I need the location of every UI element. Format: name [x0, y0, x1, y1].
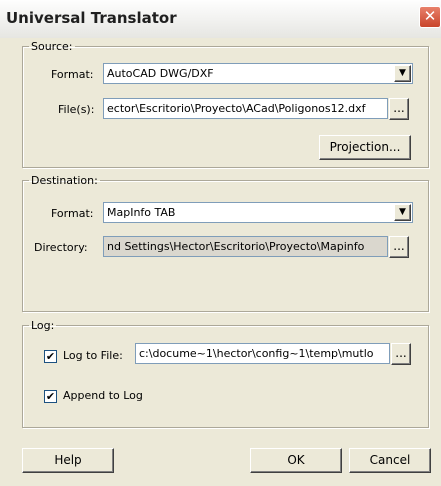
destination-format-label: Format: [51, 207, 94, 220]
log-group: Log: [22, 319, 429, 428]
source-files-input[interactable]: ector\Escritorio\Proyecto\ACad\Poligonos… [103, 98, 388, 119]
window-title: Universal Translator [6, 9, 177, 27]
destination-directory-label: Directory: [34, 241, 88, 254]
destination-format-select[interactable]: MapInfo TAB [103, 202, 413, 223]
destination-browse-button[interactable]: ... [389, 236, 409, 258]
log-legend: Log: [31, 319, 55, 332]
log-to-file-label[interactable]: Log to File: [63, 349, 123, 362]
source-files-label: File(s): [58, 103, 95, 116]
source-format-value: AutoCAD DWG/DXF [107, 67, 214, 80]
destination-legend: Destination: [31, 174, 98, 187]
destination-format-value: MapInfo TAB [107, 206, 176, 219]
source-format-label: Format: [51, 68, 94, 81]
append-to-log-label[interactable]: Append to Log [63, 389, 143, 402]
title-bar[interactable]: Universal Translator ✕ [0, 0, 441, 38]
chevron-down-icon[interactable]: ▼ [394, 204, 411, 221]
destination-directory-value: nd Settings\Hector\Escritorio\Proyecto\M… [107, 240, 365, 253]
append-to-log-checkbox[interactable]: ✔ [44, 390, 57, 403]
log-path-input[interactable]: c:\docume~1\hector\config~1\temp\mutlo [135, 343, 390, 364]
projection-button[interactable]: Projection... [319, 135, 411, 160]
destination-directory-input[interactable]: nd Settings\Hector\Escritorio\Proyecto\M… [103, 236, 388, 257]
source-format-select[interactable]: AutoCAD DWG/DXF [103, 63, 413, 84]
close-icon[interactable]: ✕ [419, 6, 441, 28]
ok-button[interactable]: OK [250, 448, 342, 473]
log-to-file-checkbox[interactable]: ✔ [44, 350, 57, 363]
source-legend: Source: [31, 40, 73, 53]
help-button[interactable]: Help [22, 448, 114, 473]
log-browse-button[interactable]: ... [391, 343, 411, 365]
cancel-button[interactable]: Cancel [349, 448, 431, 473]
chevron-down-icon[interactable]: ▼ [394, 65, 411, 82]
source-browse-button[interactable]: ... [389, 98, 409, 120]
source-files-value: ector\Escritorio\Proyecto\ACad\Poligonos… [107, 102, 366, 115]
log-path-value: c:\docume~1\hector\config~1\temp\mutlo [139, 347, 374, 360]
